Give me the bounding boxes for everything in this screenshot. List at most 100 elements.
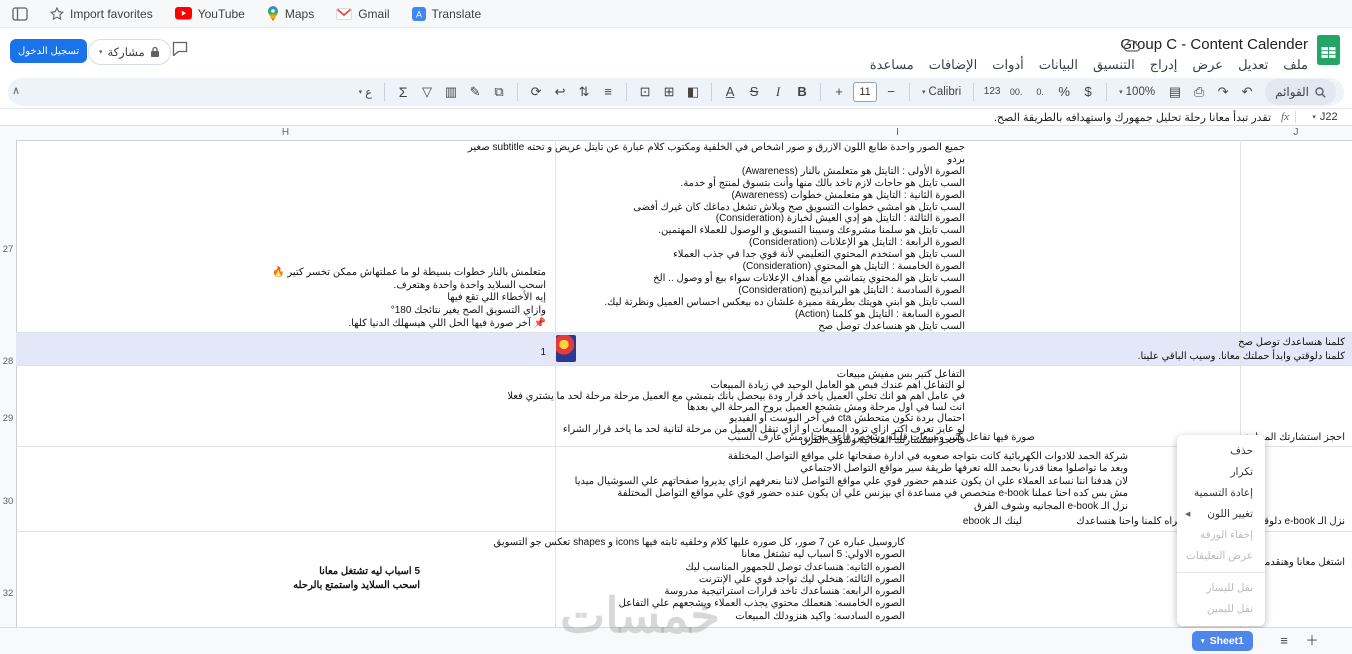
column-header-h[interactable]: H xyxy=(16,127,555,138)
change-color-menu-item[interactable]: تغيير اللون ◀ xyxy=(1177,504,1265,525)
cell-text-line: انت لسا في اول مرحلة ومش بتشجع العميل ير… xyxy=(686,402,965,413)
comment-history-icon[interactable] xyxy=(172,41,188,61)
italic-icon[interactable]: I xyxy=(766,80,790,104)
menubar-item[interactable]: ملف xyxy=(1283,57,1308,73)
cell-text-line: وازاي التسويق الصح يغير نتائجك 180° xyxy=(390,305,546,317)
bold-icon[interactable]: B xyxy=(790,80,814,104)
menu-separator[interactable]: ◀ xyxy=(1177,572,1265,573)
bookmark-import-favorites[interactable]: Import favorites xyxy=(50,6,153,21)
row-header-27[interactable]: 27 xyxy=(0,244,16,255)
cell-text-line: متعلمش بالنار خطوات بسيطة لو ما عملتهاش … xyxy=(272,267,546,278)
percent-icon[interactable]: % xyxy=(1052,80,1076,104)
undo-icon[interactable]: ↶ xyxy=(1235,80,1259,104)
menus-search-button[interactable]: القوائم xyxy=(1265,79,1336,105)
cell-I29-note[interactable]: صورة فيها تفاعل كتير ومبيعات قليله وشخص … xyxy=(728,432,1035,443)
functions-icon[interactable]: Σ xyxy=(391,80,415,104)
sign-in-button[interactable]: تسجيل الدخول xyxy=(10,39,88,63)
cell-H27[interactable]: متعلمش بالنار خطوات بسيطة لو ما عملتهاش … xyxy=(272,267,546,331)
menubar-item[interactable]: عرض xyxy=(1192,57,1223,73)
filter-icon[interactable]: ▽ xyxy=(415,80,439,104)
row-header-32[interactable]: 32 xyxy=(0,588,16,599)
add-sheet-icon[interactable]: ＋ xyxy=(1302,631,1322,651)
move-left-menu-item[interactable]: نقل لليسار ◀ xyxy=(1177,578,1265,599)
decrease-decimal-icon[interactable]: .0 xyxy=(1028,80,1052,104)
cell-I30[interactable]: شركة الحمد للادوات الكهربائية كانت بتواج… xyxy=(575,451,1128,513)
cell-text-line: لان هدفنا اننا نساعد العملاء علي ان يكون… xyxy=(574,475,1128,487)
menubar-item[interactable]: البيانات xyxy=(1039,57,1078,73)
duplicate-menu-item[interactable]: تكرار ◀ xyxy=(1177,462,1265,483)
rename-menu-item[interactable]: إعادة التسمية ◀ xyxy=(1177,483,1265,504)
text-wrap-icon[interactable]: ↩ xyxy=(548,80,572,104)
toolbar-separator xyxy=(384,83,386,101)
paint-format-icon[interactable]: ▤ xyxy=(1163,80,1187,104)
move-right-menu-item[interactable]: نقل لليمين ◀ xyxy=(1177,599,1265,620)
sheets-logo-icon[interactable] xyxy=(1317,35,1340,70)
menubar-item[interactable]: إدراج xyxy=(1150,57,1178,73)
print-icon[interactable]: ⎙ xyxy=(1187,80,1211,104)
cell-H32[interactable]: 5 اسباب ليه تشتغل معانا اسحب السلايد واست… xyxy=(293,565,420,592)
app-header: Group C - Content Calender ملف تعديل عرض إد… xyxy=(0,28,1352,76)
menubar-item[interactable]: الإضافات xyxy=(929,57,977,73)
cell-I32[interactable]: كاروسيل عباره عن 7 صور، كل صوره عليها كل… xyxy=(494,537,906,623)
bookmark-maps[interactable]: Maps xyxy=(267,6,314,21)
youtube-icon xyxy=(174,7,192,20)
sheet-tab-active[interactable]: Sheet1 ▾ xyxy=(1192,631,1253,651)
font-select[interactable]: Calibri ▾ xyxy=(916,80,967,104)
menubar-item[interactable]: التنسيق xyxy=(1093,57,1135,73)
increase-decimal-icon[interactable]: .00 xyxy=(1004,80,1028,104)
cell-H28[interactable]: 1 xyxy=(540,347,546,358)
show-comments-menu-item[interactable]: عرض التعليقات ◀ xyxy=(1177,546,1265,567)
formula-input[interactable]: تقدر تبدأ معانا رحلة تحليل جمهورك واستهد… xyxy=(994,111,1271,124)
text-color-icon[interactable]: A xyxy=(718,80,742,104)
insert-chart-icon[interactable]: ▥ xyxy=(439,80,463,104)
insert-link-icon[interactable]: ⧉ xyxy=(487,80,511,104)
column-header-j[interactable]: J xyxy=(1240,127,1352,138)
row-header-29[interactable]: 29 xyxy=(0,413,16,424)
share-button[interactable]: مشاركة ▾ xyxy=(88,39,171,65)
row-header-30[interactable]: 30 xyxy=(0,496,16,507)
decrease-font-size-button[interactable]: − xyxy=(879,80,903,104)
strikethrough-icon[interactable]: S xyxy=(742,80,766,104)
toolbar-group-number-format: $% .0.00 123 xyxy=(980,80,1100,104)
cell-text-line: جميع الصور واحدة طابع اللون الازرق و صور… xyxy=(467,142,965,153)
number-format-icon[interactable]: 123 xyxy=(980,80,1004,104)
font-size-input[interactable]: 11 xyxy=(853,82,878,102)
bookmark-translate[interactable]: A Translate xyxy=(411,6,481,21)
menubar-item[interactable]: تعديل xyxy=(1238,57,1268,73)
menubar-item[interactable]: مساعدة xyxy=(870,57,914,73)
borders-icon[interactable]: ⊞ xyxy=(657,80,681,104)
sidebar-icon[interactable] xyxy=(12,6,28,21)
cell-text-line: كلمنا دلوقتي وابدأ حملتك معانا. وسيب الب… xyxy=(1137,350,1345,362)
cell-text-line: نزل الـ e-book المجانيه وشوف الفرق xyxy=(974,500,1128,512)
hide-sheet-menu-item[interactable]: إخفاء الورقة ◀ xyxy=(1177,525,1265,546)
fill-color-icon[interactable]: ◧ xyxy=(681,80,705,104)
toolbar-strip: القوائم ↶ ↷ ⎙ ▤ 100% ▾ $% .0.00 123 Calibri ▾… xyxy=(8,78,1344,106)
menubar: ملف تعديل عرض إدراج التنسيق البيانات أدوات الإض… xyxy=(870,57,1308,73)
cell-I30-link[interactable]: لينك الـ ebook xyxy=(963,516,1022,527)
bookmark-gmail[interactable]: Gmail xyxy=(336,7,390,21)
insert-comment-icon[interactable]: ✎ xyxy=(463,80,487,104)
bookmark-youtube[interactable]: YouTube xyxy=(174,7,245,21)
vertical-align-icon[interactable]: ⇅ xyxy=(572,80,596,104)
currency-icon[interactable]: $ xyxy=(1076,80,1100,104)
all-sheets-icon[interactable]: ≡ xyxy=(1274,631,1294,651)
delete-menu-item[interactable]: حذف ◀ xyxy=(1177,441,1265,462)
column-header-i[interactable]: I xyxy=(555,127,1240,138)
cell-J28[interactable]: كلمنا هنساعدك توصل صح كلمنا دلوقتي وابدأ … xyxy=(1138,336,1345,363)
merge-cells-icon[interactable]: ⊡ xyxy=(633,80,657,104)
zoom-select[interactable]: 100% ▾ xyxy=(1113,80,1161,104)
increase-font-size-button[interactable]: + xyxy=(827,80,851,104)
cell-image-thumbnail[interactable] xyxy=(556,335,576,362)
row-header-28[interactable]: 28 xyxy=(0,356,16,367)
cell-text-line: 5 اسباب ليه تشتغل معانا xyxy=(319,566,420,577)
redo-icon[interactable]: ↷ xyxy=(1211,80,1235,104)
menubar-item[interactable]: أدوات xyxy=(992,57,1024,73)
document-title[interactable]: Group C - Content Calender xyxy=(1120,36,1308,53)
text-direction-button[interactable]: ع ▾ xyxy=(353,80,378,104)
text-rotation-icon[interactable]: ⟳ xyxy=(524,80,548,104)
horizontal-align-icon[interactable]: ≡ xyxy=(596,80,620,104)
fx-icon: fx xyxy=(1281,111,1289,123)
collapse-toolbar-icon[interactable]: ∧ xyxy=(12,84,20,97)
gridline-horizontal xyxy=(16,365,1352,366)
cell-name-box[interactable]: J22 ▾ xyxy=(1302,111,1348,123)
